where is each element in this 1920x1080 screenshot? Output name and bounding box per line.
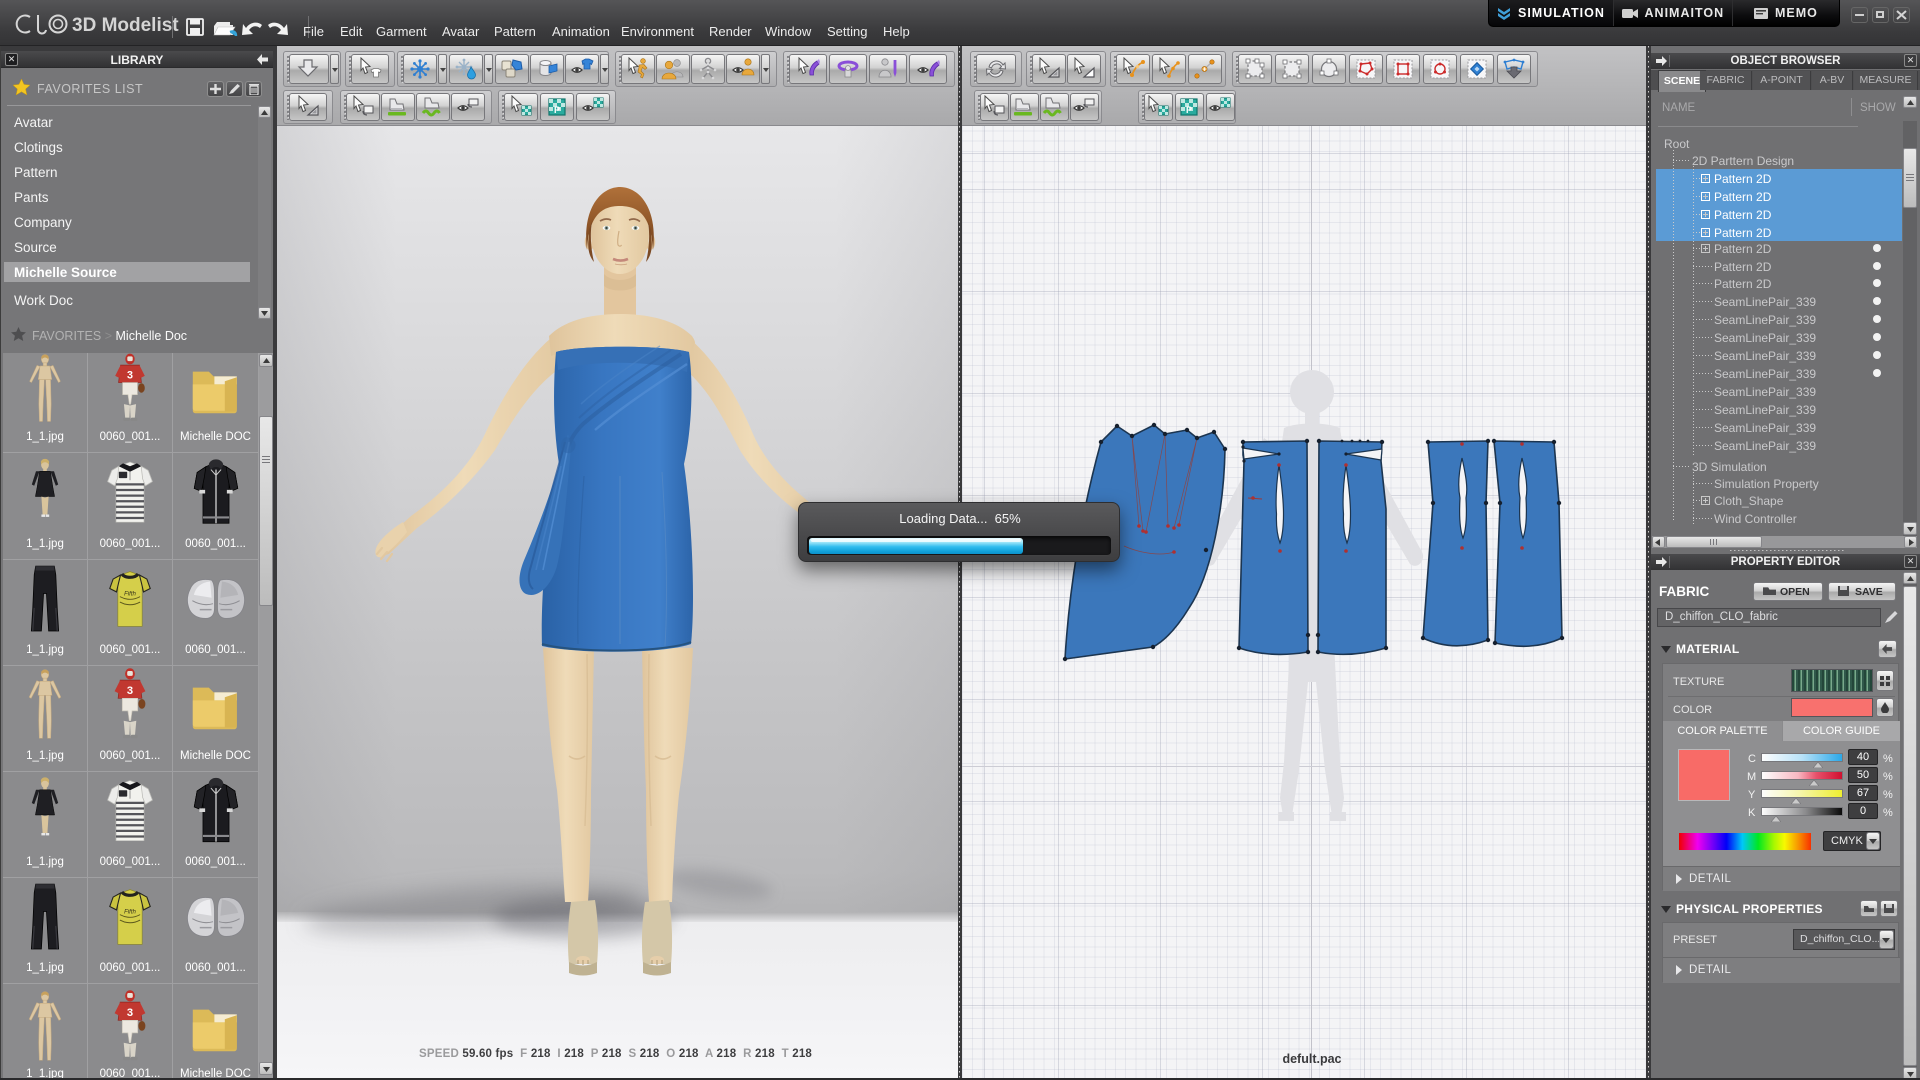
- svg-text:P: P: [554, 105, 560, 115]
- svg-text:3: 3: [127, 1007, 133, 1019]
- svg-text:P: P: [1186, 105, 1192, 115]
- svg-text:+: +: [1202, 67, 1206, 74]
- svg-text:Fifth: Fifth: [124, 909, 136, 915]
- svg-text:3: 3: [127, 685, 133, 697]
- svg-text:3: 3: [127, 370, 133, 382]
- svg-text:Fifth: Fifth: [124, 591, 136, 597]
